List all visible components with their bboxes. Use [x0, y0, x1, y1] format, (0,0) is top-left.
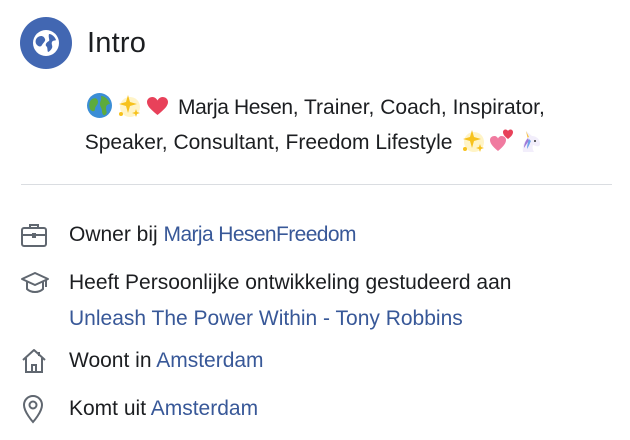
- work-link-marja-hesen[interactable]: Marja Hesen: [164, 223, 277, 246]
- detail-row-work: Owner bij Marja HesenFreedom: [20, 217, 618, 253]
- detail-text-from: Komt uit Amsterdam: [69, 391, 258, 427]
- lives-link-city[interactable]: Amsterdam: [156, 349, 263, 372]
- home-icon: [20, 343, 54, 379]
- bio-name: Marja Hesen: [178, 96, 293, 119]
- work-link-freedom[interactable]: Freedom: [276, 223, 356, 246]
- detail-text-lives: Woont in Amsterdam: [69, 343, 264, 379]
- bio-text: Marja Hesen, Trainer, Coach, Inspirator,…: [30, 90, 600, 160]
- graduation-cap-icon: [20, 265, 54, 301]
- from-prefix: Komt uit: [69, 397, 147, 420]
- bio-line-2-text: Speaker, Consultant, Freedom Lifestyle: [84, 131, 453, 154]
- briefcase-icon: [20, 217, 54, 253]
- detail-text-education: Heeft Persoonlijke ontwikkeling gestudee…: [69, 265, 511, 337]
- detail-row-from: Komt uit Amsterdam: [20, 391, 618, 427]
- detail-row-education: Heeft Persoonlijke ontwikkeling gestudee…: [20, 265, 618, 337]
- bio-line-1: Marja Hesen, Trainer, Coach, Inspirator,: [30, 90, 600, 125]
- bio-line-1-rest: , Trainer, Coach, Inspirator,: [292, 96, 545, 119]
- section-divider: [21, 184, 612, 185]
- unicorn-icon: [517, 127, 544, 154]
- education-link-school[interactable]: Unleash The Power Within - Tony Robbins: [69, 307, 463, 330]
- from-link-city[interactable]: Amsterdam: [151, 397, 258, 420]
- education-prefix: Heeft Persoonlijke ontwikkeling gestudee…: [69, 271, 512, 294]
- intro-card: Intro Marja Hesen, Trainer, Coach, Inspi…: [0, 0, 630, 440]
- earth-globe-icon: [86, 92, 113, 119]
- two-hearts-icon: [488, 127, 515, 154]
- intro-header: Intro: [20, 17, 146, 69]
- work-prefix: Owner bij: [69, 223, 158, 246]
- bio-line-2: Speaker, Consultant, Freedom Lifestyle: [30, 125, 600, 160]
- sparkles-icon: [115, 92, 142, 119]
- detail-row-lives: Woont in Amsterdam: [20, 343, 618, 379]
- lives-prefix: Woont in: [69, 349, 152, 372]
- sparkles-icon: [459, 127, 486, 154]
- detail-text-work: Owner bij Marja HesenFreedom: [69, 217, 356, 253]
- heart-icon: [144, 92, 171, 119]
- globe-icon: [20, 17, 72, 69]
- location-pin-icon: [20, 391, 54, 427]
- intro-title: Intro: [87, 26, 147, 59]
